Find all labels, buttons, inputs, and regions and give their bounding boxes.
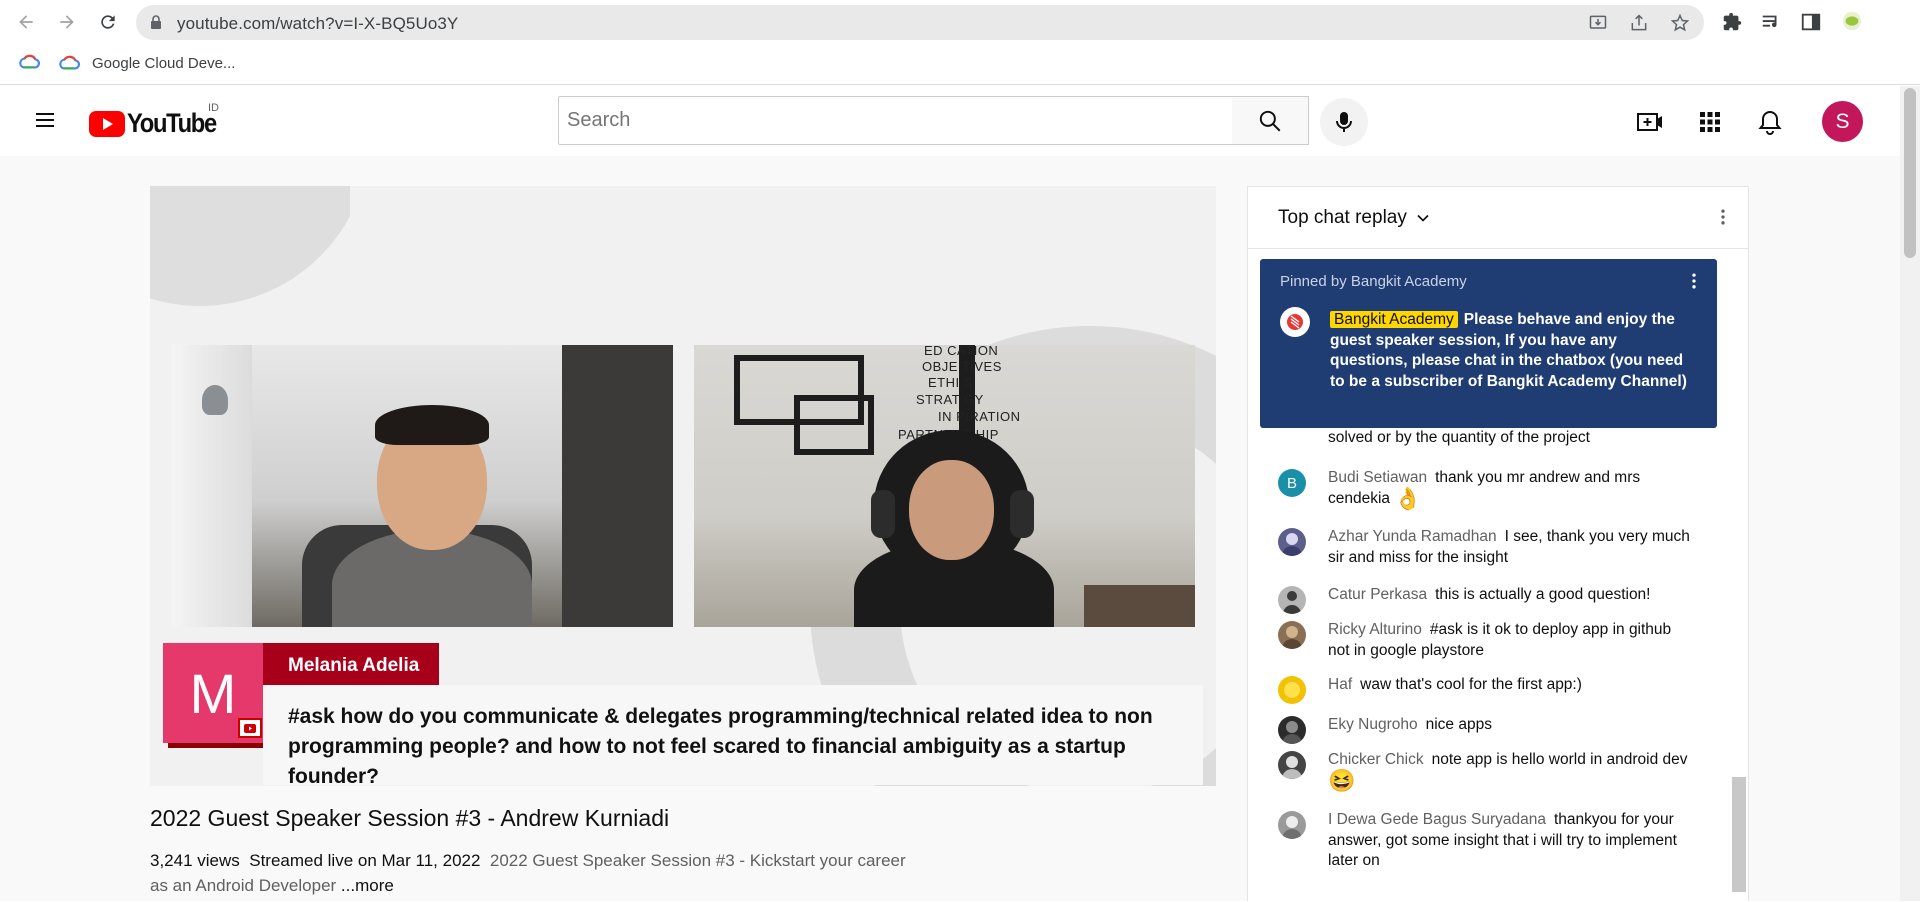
shelf <box>562 345 673 627</box>
account-avatar[interactable]: S <box>1822 101 1863 142</box>
page-scrollbar[interactable] <box>1900 86 1920 901</box>
headphone-right <box>1010 490 1034 538</box>
video-description[interactable]: 3,241 views Streamed live on Mar 11, 202… <box>150 848 920 898</box>
lower-third-name: Melania Adelia <box>263 643 439 685</box>
message-text: waw that's cool for the first app:) <box>1360 676 1582 693</box>
message-text: nice apps <box>1425 716 1492 733</box>
search-icon <box>1259 110 1281 131</box>
wall-word: OBJE TIVES <box>922 359 1002 374</box>
message-author[interactable]: Azhar Yunda Ramadhan <box>1328 528 1497 545</box>
mic-icon <box>1336 112 1352 132</box>
puzzle-icon[interactable] <box>1721 11 1743 33</box>
menu-icon[interactable] <box>33 108 57 132</box>
message-author[interactable]: Eky Nugroho <box>1328 716 1418 733</box>
pinned-by-label: Pinned by Bangkit Academy <box>1280 273 1467 290</box>
google-cloud-icon[interactable] <box>18 53 40 71</box>
share-icon[interactable] <box>1629 13 1649 33</box>
reload-icon[interactable] <box>96 10 120 34</box>
avatar <box>1278 811 1306 839</box>
install-icon[interactable] <box>1588 13 1608 33</box>
chat-mode-selector[interactable]: Top chat replay <box>1278 207 1433 229</box>
logo-text: YouTube <box>127 108 217 138</box>
chat-panel: Top chat replay quality of the code or t… <box>1247 186 1749 902</box>
google-cloud-icon <box>58 54 80 72</box>
avatar: B <box>1278 469 1306 497</box>
forward-icon[interactable] <box>55 10 79 34</box>
search-input-container <box>558 96 1233 145</box>
message-author[interactable]: Chicker Chick <box>1328 751 1424 768</box>
bell-icon[interactable] <box>1756 108 1784 136</box>
decor-shape <box>350 186 500 286</box>
chat-mode-label: Top chat replay <box>1278 207 1407 228</box>
avatar <box>1278 586 1306 614</box>
host-face <box>909 460 994 560</box>
message-text: this is actually a good question! <box>1435 586 1651 603</box>
address-bar[interactable]: youtube.com/watch?v=I-X-BQ5Uo3Y <box>136 5 1704 40</box>
wall-word: ED CATION <box>924 345 999 358</box>
bangkit-logo-icon <box>1280 307 1310 337</box>
laughing-emoji: 😆 <box>1328 767 1356 793</box>
view-count: 3,241 views <box>150 851 240 870</box>
message-author[interactable]: Budi Setiawan <box>1328 469 1427 486</box>
youtube-play-icon <box>89 110 125 137</box>
message-text: note app is hello world in android dev <box>1431 751 1688 768</box>
bookmark-google-cloud[interactable]: Google Cloud Deve... <box>58 54 235 72</box>
pinned-author-chip[interactable]: Bangkit Academy <box>1330 311 1458 328</box>
avatar <box>1278 621 1306 649</box>
message-author[interactable]: I Dewa Gede Bagus Suryadana <box>1328 811 1546 828</box>
video-title: 2022 Guest Speaker Session #3 - Andrew K… <box>150 805 670 831</box>
camera-feed-host: ED CATION OBJE TIVES ETHI S STRAT GY IN … <box>694 345 1195 627</box>
wall-word: STRAT GY <box>916 392 984 407</box>
message-author[interactable]: Catur Perkasa <box>1328 586 1427 603</box>
message-author[interactable]: Haf <box>1328 676 1352 693</box>
url-text[interactable]: youtube.com/watch?v=I-X-BQ5Uo3Y <box>177 14 458 34</box>
wall-word: ETHI S <box>928 375 973 390</box>
more-button[interactable]: ...more <box>341 876 394 895</box>
youtube-header: YouTube ID S <box>0 86 1900 156</box>
avatar <box>1278 751 1306 779</box>
profile-icon[interactable] <box>1841 10 1863 32</box>
lower-third-question: #ask how do you communicate & delegates … <box>288 705 1153 786</box>
video-player[interactable]: ED CATION OBJE TIVES ETHI S STRAT GY IN … <box>150 186 1216 786</box>
sidepanel-icon[interactable] <box>1800 11 1822 33</box>
headphone-left <box>871 490 895 538</box>
search-input[interactable] <box>559 97 1232 144</box>
page-scrollbar-thumb[interactable] <box>1904 88 1916 258</box>
pinned-message-body: Bangkit Academy Please behave and enjoy t… <box>1330 310 1695 392</box>
voice-search-button[interactable] <box>1320 98 1368 146</box>
avatar <box>1278 716 1306 744</box>
decor-shape <box>150 186 370 306</box>
avatar <box>1278 528 1306 556</box>
browser-toolbar: youtube.com/watch?v=I-X-BQ5Uo3Y <box>0 0 1920 44</box>
apps-icon[interactable] <box>1696 108 1724 136</box>
more-vert-icon[interactable] <box>1713 207 1733 227</box>
books <box>1084 585 1195 627</box>
wall-frame <box>794 395 874 455</box>
back-icon[interactable] <box>14 10 38 34</box>
lamp <box>202 385 228 415</box>
youtube-badge-icon <box>238 718 262 738</box>
stream-date: Streamed live on Mar 11, 2022 <box>249 851 481 870</box>
chat-scrollbar-thumb[interactable] <box>1732 777 1746 892</box>
chat-header: Top chat replay <box>1248 187 1748 249</box>
search-button[interactable] <box>1232 96 1309 145</box>
message-author[interactable]: Ricky Alturino <box>1328 621 1422 638</box>
more-vert-icon[interactable] <box>1684 271 1704 291</box>
bookmark-label: Google Cloud Deve... <box>92 54 236 72</box>
pinned-message[interactable]: Pinned by Bangkit Academy Bangkit Academ… <box>1260 259 1717 428</box>
wall-word: IN PIRATION <box>938 409 1021 424</box>
chevron-down-icon <box>1417 214 1429 222</box>
create-icon[interactable] <box>1636 108 1664 136</box>
bookmarks-bar: Google Cloud Deve... <box>0 44 1920 85</box>
speaker-hair <box>375 405 489 445</box>
camera-feed-speaker <box>172 345 673 627</box>
star-icon[interactable] <box>1670 13 1690 33</box>
lock-icon[interactable] <box>150 15 162 30</box>
media-icon[interactable] <box>1760 11 1782 33</box>
country-code: ID <box>208 102 219 114</box>
avatar <box>1278 676 1306 704</box>
ok-hand-emoji: 👌 <box>1394 485 1422 511</box>
